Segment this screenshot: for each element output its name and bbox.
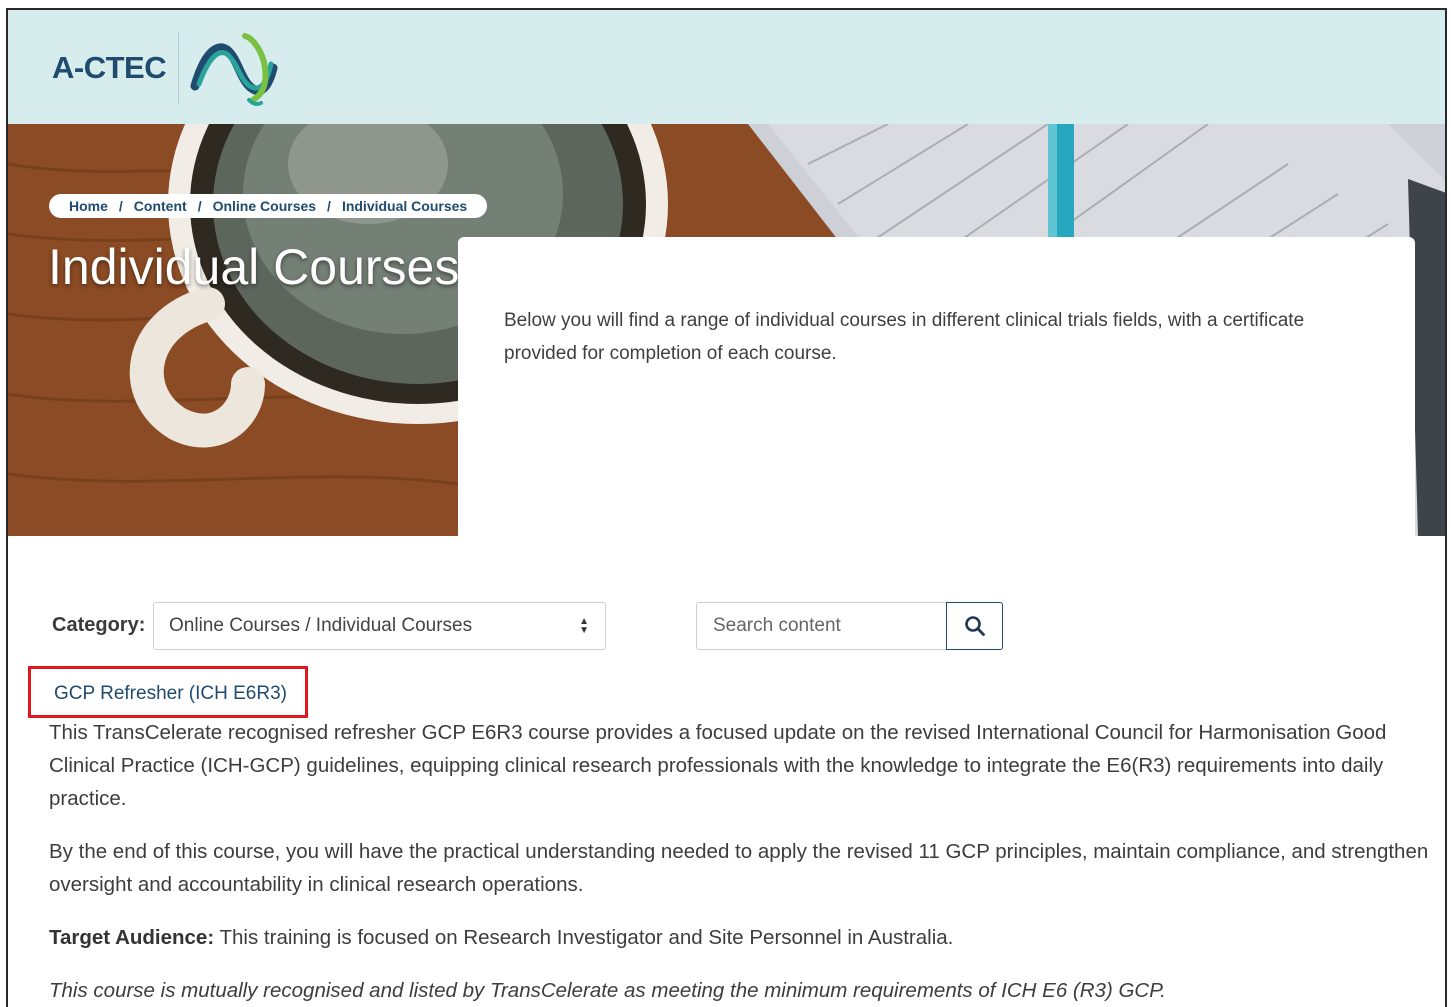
target-audience: Target Audience: This training is focuse… (49, 921, 1444, 954)
search-icon (964, 616, 985, 636)
search-input[interactable]: Search content (696, 602, 947, 650)
category-select[interactable]: Online Courses / Individual Courses ▲ ▼ (153, 602, 606, 650)
breadcrumb-content-link[interactable]: Content (134, 198, 187, 214)
search-button[interactable] (946, 602, 1003, 650)
breadcrumb-separator: / (327, 198, 331, 214)
page-title: Individual Courses (48, 239, 460, 295)
breadcrumb-online-courses-link[interactable]: Online Courses (213, 198, 316, 214)
breadcrumb: Home / Content / Online Courses / Indivi… (49, 194, 488, 218)
site-header: A-CTEC (8, 10, 1445, 124)
breadcrumb-separator: / (197, 198, 202, 214)
breadcrumb-home-link[interactable]: Home (69, 198, 108, 214)
filter-row: Category: Online Courses / Individual Co… (8, 602, 1445, 650)
course-outcome-paragraph: By the end of this course, you will have… (49, 840, 1429, 896)
course-description: This TransCelerate recognised refresher … (49, 716, 1444, 1007)
browser-frame: A-CTEC Home / Content / Online Courses /… (6, 8, 1447, 1007)
breadcrumb-current-page: Individual Courses (341, 198, 468, 214)
target-audience-label: Target Audience: (49, 926, 215, 949)
select-arrows-icon: ▲ ▼ (579, 616, 589, 636)
course-title-link[interactable]: GCP Refresher (ICH E6R3) (54, 683, 287, 705)
intro-card: Below you will find a range of individua… (458, 237, 1415, 537)
category-label: Category: (52, 614, 146, 636)
logo-text: A-CTEC (52, 50, 167, 85)
logo-divider (178, 32, 180, 104)
course-description-paragraph: This TransCelerate recognised refresher … (49, 721, 1387, 810)
search-placeholder: Search content (713, 615, 841, 636)
intro-text: Below you will find a range of individua… (504, 310, 1305, 364)
recognition-note: This course is mutually recognised and l… (49, 979, 1166, 1002)
breadcrumb-separator: / (118, 198, 123, 214)
target-audience-text: This training is focused on Research Inv… (214, 926, 954, 949)
category-selected-value: Online Courses / Individual Courses (169, 615, 473, 636)
site-logo[interactable]: A-CTEC (52, 26, 279, 110)
logo-wave-icon (190, 33, 278, 106)
